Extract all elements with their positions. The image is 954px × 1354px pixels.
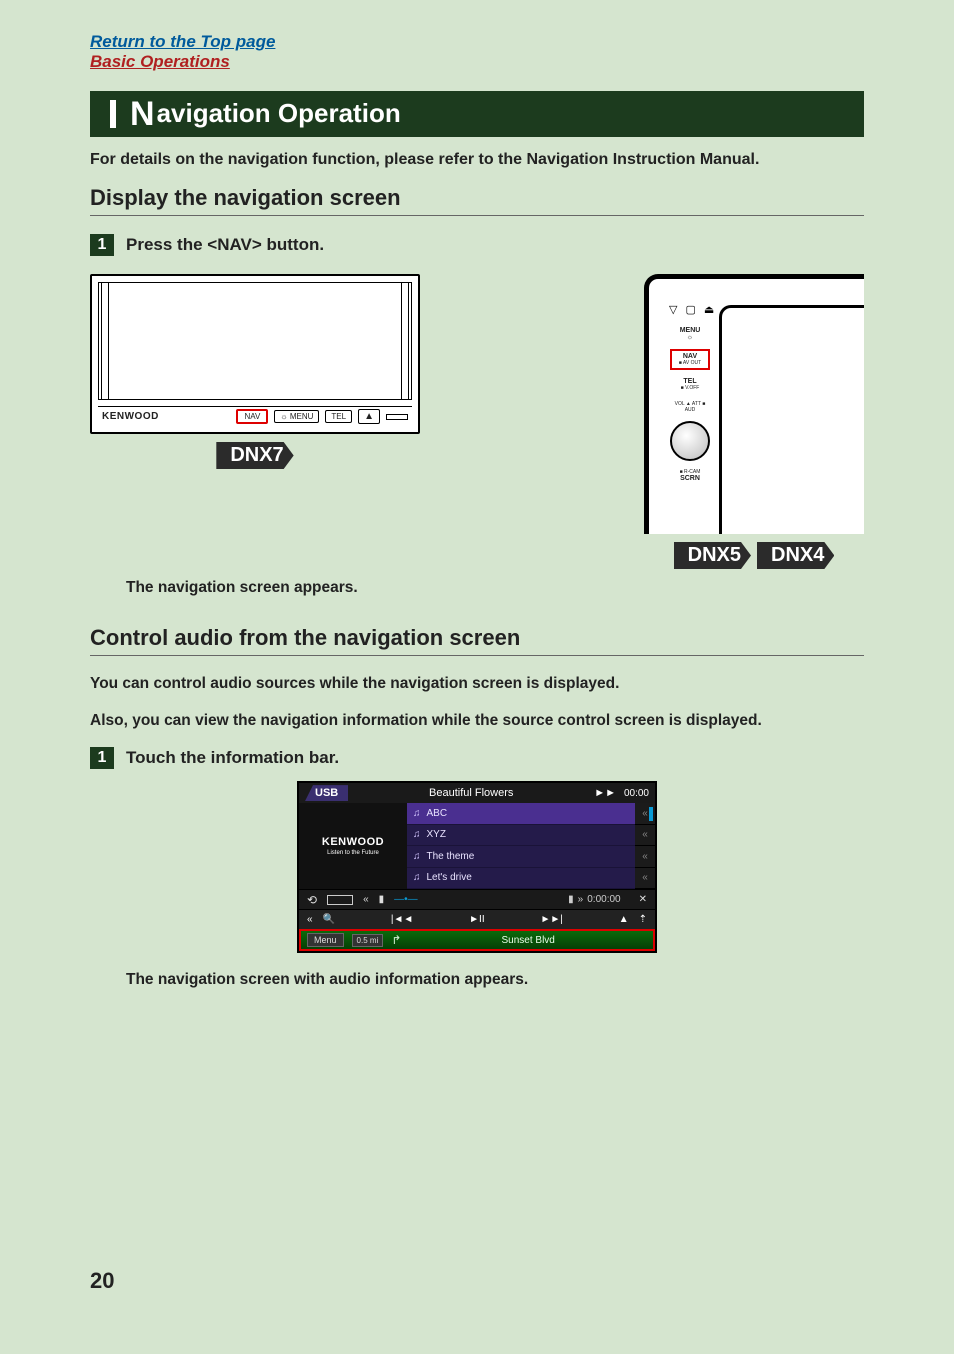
step-text: Press the <NAV> button. <box>126 234 324 255</box>
dnx7-screen <box>98 282 412 400</box>
scroll-arrow[interactable]: « <box>635 868 655 890</box>
step-2: 1 Touch the information bar. <box>90 747 864 769</box>
nav-info-bar[interactable]: Menu 0.5 mi ↱ Sunset Blvd <box>299 929 655 951</box>
result-text-2: The navigation screen with audio informa… <box>126 971 864 989</box>
nav-menu-button[interactable]: Menu <box>307 933 344 947</box>
shuffle-icon[interactable]: ✕ <box>639 894 647 905</box>
track-title: Beautiful Flowers <box>356 787 586 799</box>
music-note-icon: ♫ <box>413 808 421 819</box>
back-button[interactable]: « <box>307 914 313 925</box>
link-basic-operations[interactable]: Basic Operations <box>90 52 864 72</box>
scroll-arrow[interactable]: « <box>635 825 655 847</box>
seek-arrow-icon[interactable]: » <box>578 894 584 905</box>
dnx54-tel-label[interactable]: TEL ■ V.OFF <box>670 376 710 393</box>
stop-icon: ▢ <box>685 303 695 316</box>
dnx7-menu-button[interactable]: ☼ MENU <box>274 410 319 423</box>
next-track-button[interactable]: ►►| <box>540 914 562 925</box>
body-text-b: Also, you can view the navigation inform… <box>90 711 864 732</box>
music-note-icon: ♫ <box>413 851 421 862</box>
up-button[interactable]: ⇡ <box>639 914 647 925</box>
step-text: Touch the information bar. <box>126 747 339 768</box>
dnx54-nav-button[interactable]: NAV ■ AV OUT <box>670 349 710 370</box>
list-item[interactable]: ♫XYZ <box>407 825 635 847</box>
link-top-page[interactable]: Return to the Top page <box>90 32 864 52</box>
model-tag-dnx7: DNX7 <box>216 442 293 469</box>
music-note-icon: ♫ <box>413 829 421 840</box>
dnx7-disc-slot <box>386 414 408 420</box>
dnx7-tel-button[interactable]: TEL <box>325 410 352 423</box>
fast-forward-icon: ►► <box>594 787 616 799</box>
dnx7-button-row: KENWOOD NAV ☼ MENU TEL ▲ <box>98 406 412 426</box>
list-item[interactable]: ♫The theme <box>407 846 635 868</box>
turn-arrow-icon: ↱ <box>391 933 401 947</box>
scroll-indicator <box>649 807 653 821</box>
clock-time: 00:00 <box>624 788 649 799</box>
prev-track-button[interactable]: |◄◄ <box>391 914 413 925</box>
diagram-dnx7: KENWOOD NAV ☼ MENU TEL ▲ DNX7 <box>90 274 420 569</box>
model-tag-dnx5: DNX5 <box>674 542 751 569</box>
search-icon[interactable]: 🔍 <box>323 914 335 925</box>
down-icon: ▽ <box>669 303 677 316</box>
page-number: 20 <box>90 1268 114 1294</box>
page-icon: ▮ <box>379 894 385 905</box>
dnx54-frame: ▽ ▢ ⏏ MENU ☼ NAV ■ AV OUT <box>644 274 864 534</box>
list-item[interactable]: ♫Let's drive <box>407 868 635 890</box>
dnx54-volume-knob[interactable] <box>670 421 710 461</box>
step-number: 1 <box>90 747 114 769</box>
battery-icon <box>327 895 353 905</box>
body-text-a: You can control audio sources while the … <box>90 674 864 695</box>
eject-button[interactable]: ▲ <box>619 914 629 925</box>
play-time: 0:00:00 <box>587 894 620 905</box>
brand-logo: KENWOOD <box>322 836 384 848</box>
dnx7-eject-button[interactable]: ▲ <box>358 409 380 424</box>
dnx7-frame: KENWOOD NAV ☼ MENU TEL ▲ <box>90 274 420 434</box>
list-item[interactable]: ♫ABC <box>407 803 635 825</box>
dnx54-att-label: VOL ▲ ATT ■ AUD <box>670 399 710 415</box>
diagram-dnx54: ▽ ▢ ⏏ MENU ☼ NAV ■ AV OUT <box>644 274 864 569</box>
control-bar-2: « 🔍 |◄◄ ►II ►►| ▲ ⇡ <box>299 909 655 929</box>
top-links: Return to the Top page Basic Operations <box>90 32 864 73</box>
title-accent <box>110 100 116 128</box>
brand-slogan: Listen to the Future <box>327 850 379 856</box>
control-bar-1: ⟲ « ▮ —•— ▮ » 0:00:00 ✕ <box>299 889 655 909</box>
dnx7-nav-button[interactable]: NAV <box>236 409 268 424</box>
rewind-icon[interactable]: « <box>363 894 369 905</box>
album-art-panel: KENWOOD Listen to the Future <box>299 803 407 889</box>
dnx7-brand: KENWOOD <box>102 411 159 422</box>
music-note-icon: ♫ <box>413 872 421 883</box>
subheading-display-nav: Display the navigation screen <box>90 185 864 216</box>
step-1: 1 Press the <NAV> button. <box>90 234 864 256</box>
source-tab[interactable]: USB <box>305 785 348 801</box>
page-icon: ▮ <box>568 894 574 905</box>
dnx54-screen-area <box>719 305 864 534</box>
scroll-arrow[interactable]: « <box>635 846 655 868</box>
section-title: N avigation Operation <box>90 91 864 137</box>
usb-top-bar: USB Beautiful Flowers ►► 00:00 <box>299 783 655 803</box>
track-list: ♫ABC ♫XYZ ♫The theme ♫Let's drive <box>407 803 635 889</box>
model-tag-dnx4: DNX4 <box>757 542 834 569</box>
dnx54-menu-label[interactable]: MENU ☼ <box>670 325 710 343</box>
nav-distance: 0.5 mi <box>352 934 384 947</box>
step-number: 1 <box>90 234 114 256</box>
subheading-control-audio: Control audio from the navigation screen <box>90 625 864 656</box>
result-text-1: The navigation screen appears. <box>126 579 864 597</box>
play-pause-button[interactable]: ►II <box>469 914 484 925</box>
title-rest: avigation Operation <box>157 98 401 129</box>
usb-player-screenshot: USB Beautiful Flowers ►► 00:00 KENWOOD L… <box>297 781 657 953</box>
dnx54-top-icons: ▽ ▢ ⏏ <box>669 303 714 316</box>
dnx54-rcam-label: ■ R-CAM SCRN <box>670 467 710 485</box>
repeat-icon[interactable]: ⟲ <box>307 893 317 907</box>
intro-text: For details on the navigation function, … <box>90 151 864 169</box>
eject-icon: ⏏ <box>704 303 714 316</box>
street-name: Sunset Blvd <box>502 935 555 946</box>
